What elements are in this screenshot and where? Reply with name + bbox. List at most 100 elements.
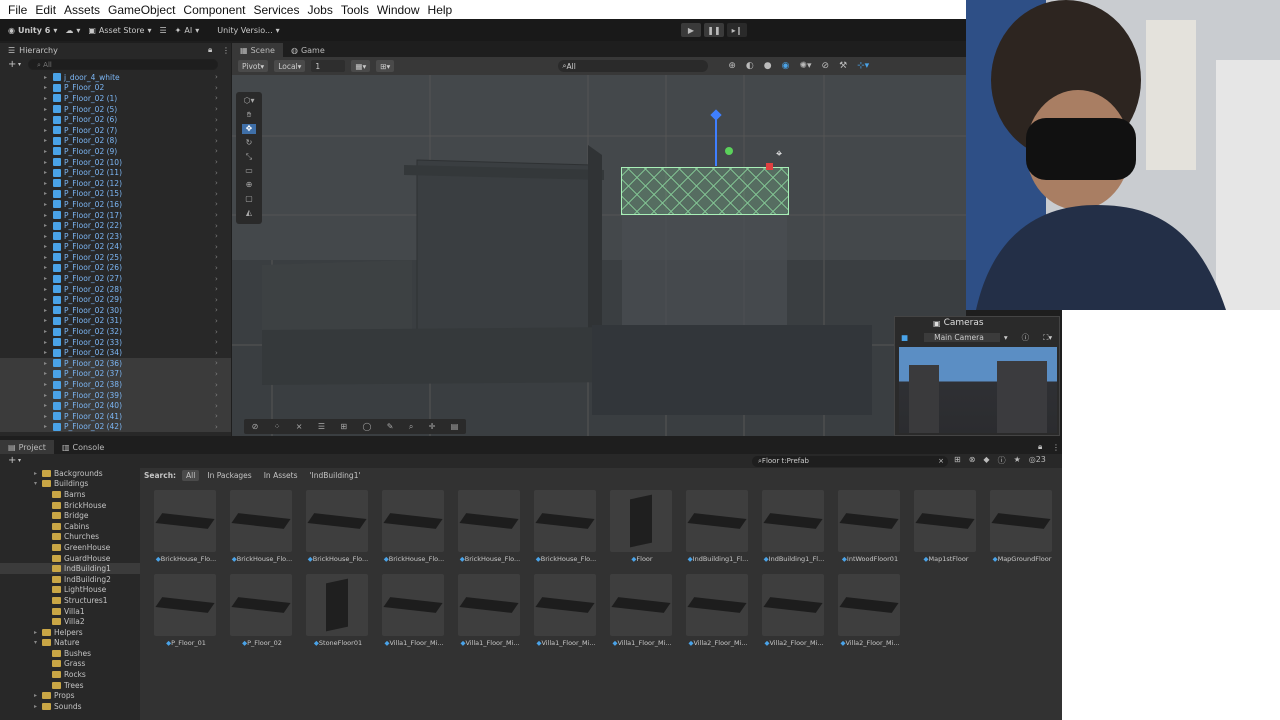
menu-item-edit[interactable]: Edit [35,3,56,17]
grid-snap-value[interactable]: 1 [311,60,346,72]
hierarchy-row[interactable]: ▸ P_Floor_02 (33) › [0,337,231,348]
chevron-right-icon[interactable]: › [215,73,218,81]
folder-item[interactable]: Structures1 [0,595,140,606]
chevron-right-icon[interactable]: › [215,412,218,420]
chevron-right-icon[interactable]: › [215,423,218,431]
hierarchy-row[interactable]: ▸ P_Floor_02 (5) › [0,104,231,115]
chevron-right-icon[interactable]: › [215,179,218,187]
chevron-right-icon[interactable]: › [215,349,218,357]
folder-item[interactable]: Villa1 [0,606,140,617]
snap-toggle[interactable]: ⊞▾ [376,60,395,72]
visibility-icon[interactable]: ⊘ [822,61,830,71]
expand-arrow-icon[interactable]: ▸ [44,370,47,377]
expand-arrow-icon[interactable]: ▸ [44,339,47,346]
folder-item[interactable]: Rocks [0,669,140,680]
edge-icon[interactable]: ⨯ [296,422,303,431]
menu-item-window[interactable]: Window [377,3,420,17]
folder-item[interactable]: Bushes [0,648,140,659]
asset-tile[interactable]: ◆Map1stFloor [914,490,978,572]
expand-arrow-icon[interactable]: ▸ [44,148,47,155]
expand-arrow-icon[interactable]: ▸ [44,264,47,271]
folder-item[interactable]: ▸ Backgrounds [0,468,140,479]
expand-arrow-icon[interactable]: ▸ [44,243,47,250]
chevron-right-icon[interactable]: › [215,275,218,283]
tools-icon[interactable]: ⚒ [839,61,847,71]
hierarchy-row[interactable]: ▸ j_door_4_white › [0,72,231,83]
filter-all[interactable]: All [182,469,200,481]
asset-tile[interactable]: ◆BrickHouse_Flo... [458,490,522,572]
folder-item[interactable]: Trees [0,680,140,691]
asset-tile[interactable]: ◆Villa2_Floor_Mi... [686,574,750,656]
expanded-arrow-icon[interactable]: ▾ [34,639,37,646]
asset-tile[interactable]: ◆IndBuilding1_Fl... [762,490,826,572]
chevron-right-icon[interactable]: › [215,243,218,251]
chevron-right-icon[interactable]: › [215,169,218,177]
rect-tool-icon[interactable]: ▭ [242,166,256,176]
chevron-right-icon[interactable]: › [215,391,218,399]
chevron-right-icon[interactable]: › [215,317,218,325]
folder-item[interactable]: LightHouse [0,585,140,596]
folder-item[interactable]: Barns [0,489,140,500]
chevron-right-icon[interactable]: › [215,328,218,336]
compass-icon[interactable]: ⊘ [252,422,259,431]
gizmo-icon[interactable]: ⊕ [728,61,736,71]
expand-arrow-icon[interactable]: ▸ [44,254,47,261]
expand-arrow-icon[interactable]: ▸ [44,328,47,335]
collapsed-arrow-icon[interactable]: ▸ [34,470,37,477]
filter-label-icon[interactable]: ⊗ [969,455,976,466]
menu-item-help[interactable]: Help [428,3,453,17]
zoom-icon[interactable]: ⌕ [409,422,413,432]
chevron-right-icon[interactable]: › [215,116,218,124]
expand-arrow-icon[interactable]: ▸ [44,180,47,187]
hierarchy-row[interactable]: ▸ P_Floor_02 (28) › [0,284,231,295]
chevron-right-icon[interactable]: › [215,381,218,389]
chevron-right-icon[interactable]: › [215,190,218,198]
more-icon[interactable]: ⋮ [222,46,230,55]
pivot-dropdown[interactable]: Pivot ▾ [238,60,269,72]
version-control-button[interactable]: Unity Versio... ▾ [217,26,279,35]
pan-icon[interactable]: ✛ [429,422,436,431]
shading-solid-icon[interactable]: ● [764,61,772,71]
hierarchy-row[interactable]: ▸ P_Floor_02 (9) › [0,146,231,157]
expand-arrow-icon[interactable]: ▸ [44,360,47,367]
folder-item[interactable]: Churches [0,532,140,543]
chevron-right-icon[interactable]: › [215,222,218,230]
chevron-right-icon[interactable]: › [215,147,218,155]
hierarchy-row[interactable]: ▸ P_Floor_02 (8) › [0,136,231,147]
grid-icon[interactable]: ⊞ [340,422,347,431]
expand-arrow-icon[interactable]: ▸ [44,392,47,399]
hierarchy-row[interactable]: ▸ P_Floor_02 (15) › [0,189,231,200]
folder-item[interactable]: GreenHouse [0,542,140,553]
expand-arrow-icon[interactable]: ▸ [44,296,47,303]
expand-arrow-icon[interactable]: ▸ [44,413,47,420]
asset-tile[interactable]: ◆BrickHouse_Flo... [382,490,446,572]
folder-item[interactable]: Villa2 [0,616,140,627]
asset-tile[interactable]: ◆Villa1_Floor_Mi... [534,574,598,656]
hierarchy-row[interactable]: ▸ P_Floor_02 (24) › [0,242,231,253]
play-button[interactable]: ▶ [681,23,701,37]
paint-icon[interactable]: ✎ [387,422,394,431]
hierarchy-row[interactable]: ▸ P_Floor_02 (12) › [0,178,231,189]
asset-tile[interactable]: ◆Villa2_Floor_Mi... [762,574,826,656]
expand-arrow-icon[interactable]: ▸ [44,190,47,197]
expand-arrow-icon[interactable]: ▸ [44,127,47,134]
chevron-right-icon[interactable]: › [215,105,218,113]
hierarchy-row[interactable]: ▸ P_Floor_02 (1) › [0,93,231,104]
expand-arrow-icon[interactable]: ▸ [44,233,47,240]
menu-item-file[interactable]: File [8,3,27,17]
shading-lit-icon[interactable]: ◉ [782,61,790,71]
info-icon[interactable]: ⓘ [998,455,1006,466]
folder-item[interactable]: IndBuilding1 [0,563,140,574]
expand-arrow-icon[interactable]: ▸ [44,349,47,356]
folder-item[interactable]: Bridge [0,510,140,521]
hierarchy-row[interactable]: ▸ P_Floor_02 (37) › [0,368,231,380]
asset-tile[interactable]: ◆BrickHouse_Flo... [306,490,370,572]
scale-tool-icon[interactable]: ⤡ [242,152,256,162]
hierarchy-row[interactable]: ▸ P_Floor_02 (23) › [0,231,231,242]
folder-item[interactable]: IndBuilding2 [0,574,140,585]
asset-tile[interactable]: ◆Floor [610,490,674,572]
chevron-right-icon[interactable]: › [215,211,218,219]
hierarchy-row[interactable]: ▸ P_Floor_02 (6) › [0,114,231,125]
visibility-icon[interactable]: ◎23 [1029,455,1046,466]
hierarchy-row[interactable]: ▸ P_Floor_02 (30) › [0,305,231,316]
